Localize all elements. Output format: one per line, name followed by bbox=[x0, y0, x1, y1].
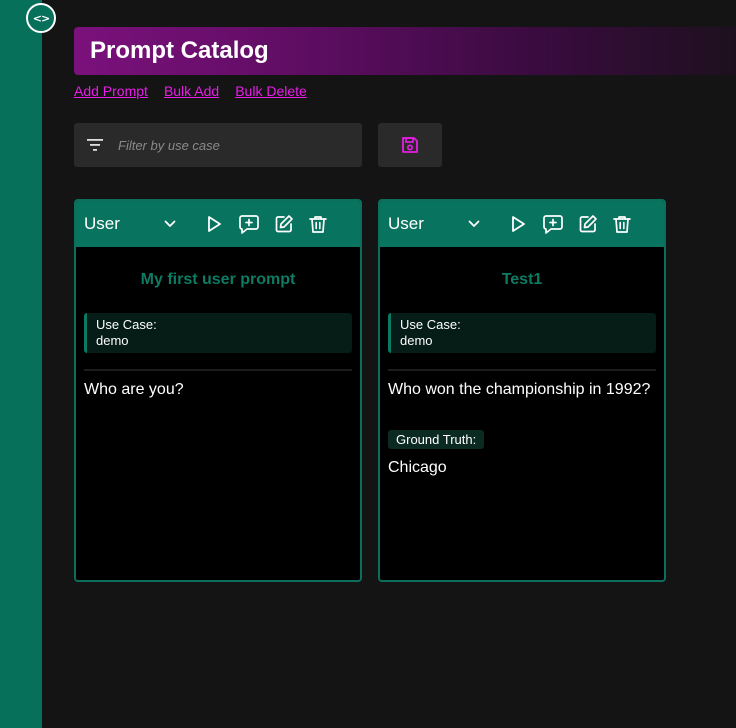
code-brackets-icon: <> bbox=[32, 11, 50, 25]
bulk-add-link[interactable]: Bulk Add bbox=[164, 83, 219, 99]
title-bar: Prompt Catalog bbox=[74, 27, 736, 75]
bulk-delete-link[interactable]: Bulk Delete bbox=[235, 83, 307, 99]
use-case-label: Use Case: bbox=[400, 317, 461, 332]
card-header: User bbox=[76, 201, 360, 247]
card-header: User bbox=[380, 201, 664, 247]
filter-input[interactable] bbox=[116, 136, 340, 154]
use-case-label: Use Case: bbox=[96, 317, 157, 332]
use-case-value: demo bbox=[96, 333, 129, 348]
sidebar-toggle-button[interactable]: <> bbox=[26, 3, 56, 33]
divider bbox=[388, 369, 656, 371]
add-comment-icon[interactable] bbox=[542, 213, 564, 235]
prompt-text: Who are you? bbox=[84, 381, 184, 398]
save-button[interactable] bbox=[378, 123, 442, 167]
edit-icon[interactable] bbox=[274, 214, 294, 234]
divider bbox=[84, 369, 352, 371]
filter-box bbox=[74, 123, 362, 167]
card-title: Test1 bbox=[501, 271, 543, 288]
play-icon[interactable] bbox=[204, 214, 224, 234]
filter-icon bbox=[87, 139, 103, 151]
role-select[interactable]: User bbox=[84, 214, 164, 234]
save-icon bbox=[402, 137, 418, 153]
use-case-box: Use Case: demo bbox=[388, 313, 656, 353]
ground-truth-label: Ground Truth: bbox=[388, 430, 485, 449]
chevron-down-icon[interactable] bbox=[468, 220, 486, 228]
prompt-text: Who won the championship in 1992? bbox=[388, 381, 651, 398]
edit-icon[interactable] bbox=[578, 214, 598, 234]
play-icon[interactable] bbox=[508, 214, 528, 234]
chevron-down-icon[interactable] bbox=[164, 220, 182, 228]
add-prompt-link[interactable]: Add Prompt bbox=[74, 83, 148, 99]
trash-icon[interactable] bbox=[612, 214, 632, 234]
role-select[interactable]: User bbox=[388, 214, 468, 234]
left-rail bbox=[0, 0, 42, 728]
prompt-card: User Test1 Use Case: demo Who won the ch… bbox=[378, 199, 666, 582]
page-title: Prompt Catalog bbox=[90, 37, 269, 64]
use-case-box: Use Case: demo bbox=[84, 313, 352, 353]
action-links: Add Prompt Bulk Add Bulk Delete bbox=[74, 83, 307, 99]
use-case-value: demo bbox=[400, 333, 433, 348]
ground-truth-value: Chicago bbox=[388, 459, 447, 476]
card-title: My first user prompt bbox=[140, 271, 296, 288]
trash-icon[interactable] bbox=[308, 214, 328, 234]
add-comment-icon[interactable] bbox=[238, 213, 260, 235]
prompt-card: User My first user prompt Use Case: demo… bbox=[74, 199, 362, 582]
